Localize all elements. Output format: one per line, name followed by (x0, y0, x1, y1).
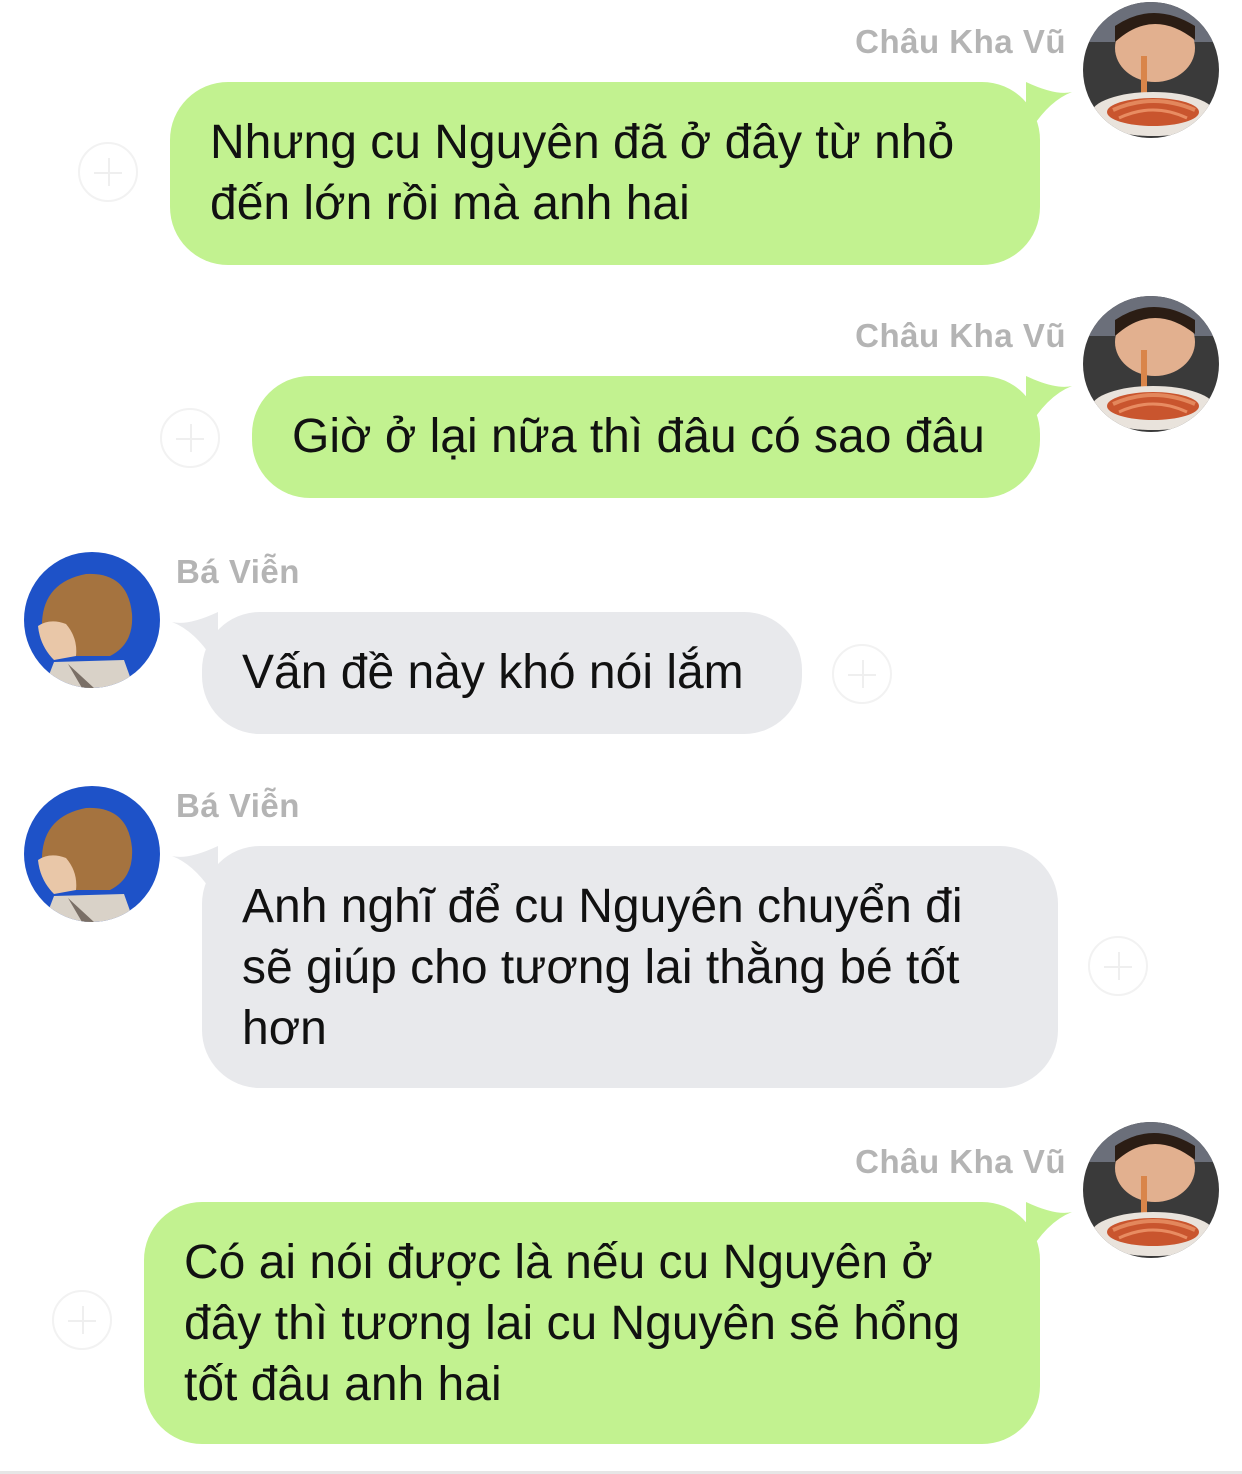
message-bubble[interactable]: Giờ ở lại nữa thì đâu có sao đâu (252, 376, 1040, 498)
avatar[interactable] (24, 786, 160, 922)
plus-circle-icon[interactable] (52, 1290, 112, 1350)
plus-circle-icon[interactable] (78, 142, 138, 202)
child-avatar-icon (1083, 1122, 1219, 1258)
child-avatar-icon (1083, 2, 1219, 138)
man-avatar-icon (24, 552, 160, 688)
message-bubble[interactable]: Anh nghĩ để cu Nguyên chuyển đi sẽ giúp … (202, 846, 1058, 1088)
plus-circle-icon[interactable] (1088, 936, 1148, 996)
message-bubble[interactable]: Vấn đề này khó nói lắm (202, 612, 802, 734)
man-avatar-icon (24, 786, 160, 922)
sender-name: Bá Viễn (176, 787, 300, 824)
plus-circle-icon[interactable] (160, 408, 220, 468)
chat-thread: Châu Kha Vũ Nhưng cu Nguyên đã ở đây từ … (0, 0, 1242, 1474)
sender-name: Châu Kha Vũ (855, 317, 1066, 354)
sender-name: Bá Viễn (176, 553, 300, 590)
avatar[interactable] (1083, 2, 1219, 138)
avatar[interactable] (24, 552, 160, 688)
avatar[interactable] (1083, 296, 1219, 432)
avatar[interactable] (1083, 1122, 1219, 1258)
sender-name: Châu Kha Vũ (855, 23, 1066, 60)
plus-circle-icon[interactable] (832, 644, 892, 704)
message-bubble[interactable]: Có ai nói được là nếu cu Nguyên ở đây th… (144, 1202, 1040, 1444)
message-bubble[interactable]: Nhưng cu Nguyên đã ở đây từ nhỏ đến lớn … (170, 82, 1040, 265)
sender-name: Châu Kha Vũ (855, 1143, 1066, 1180)
child-avatar-icon (1083, 296, 1219, 432)
